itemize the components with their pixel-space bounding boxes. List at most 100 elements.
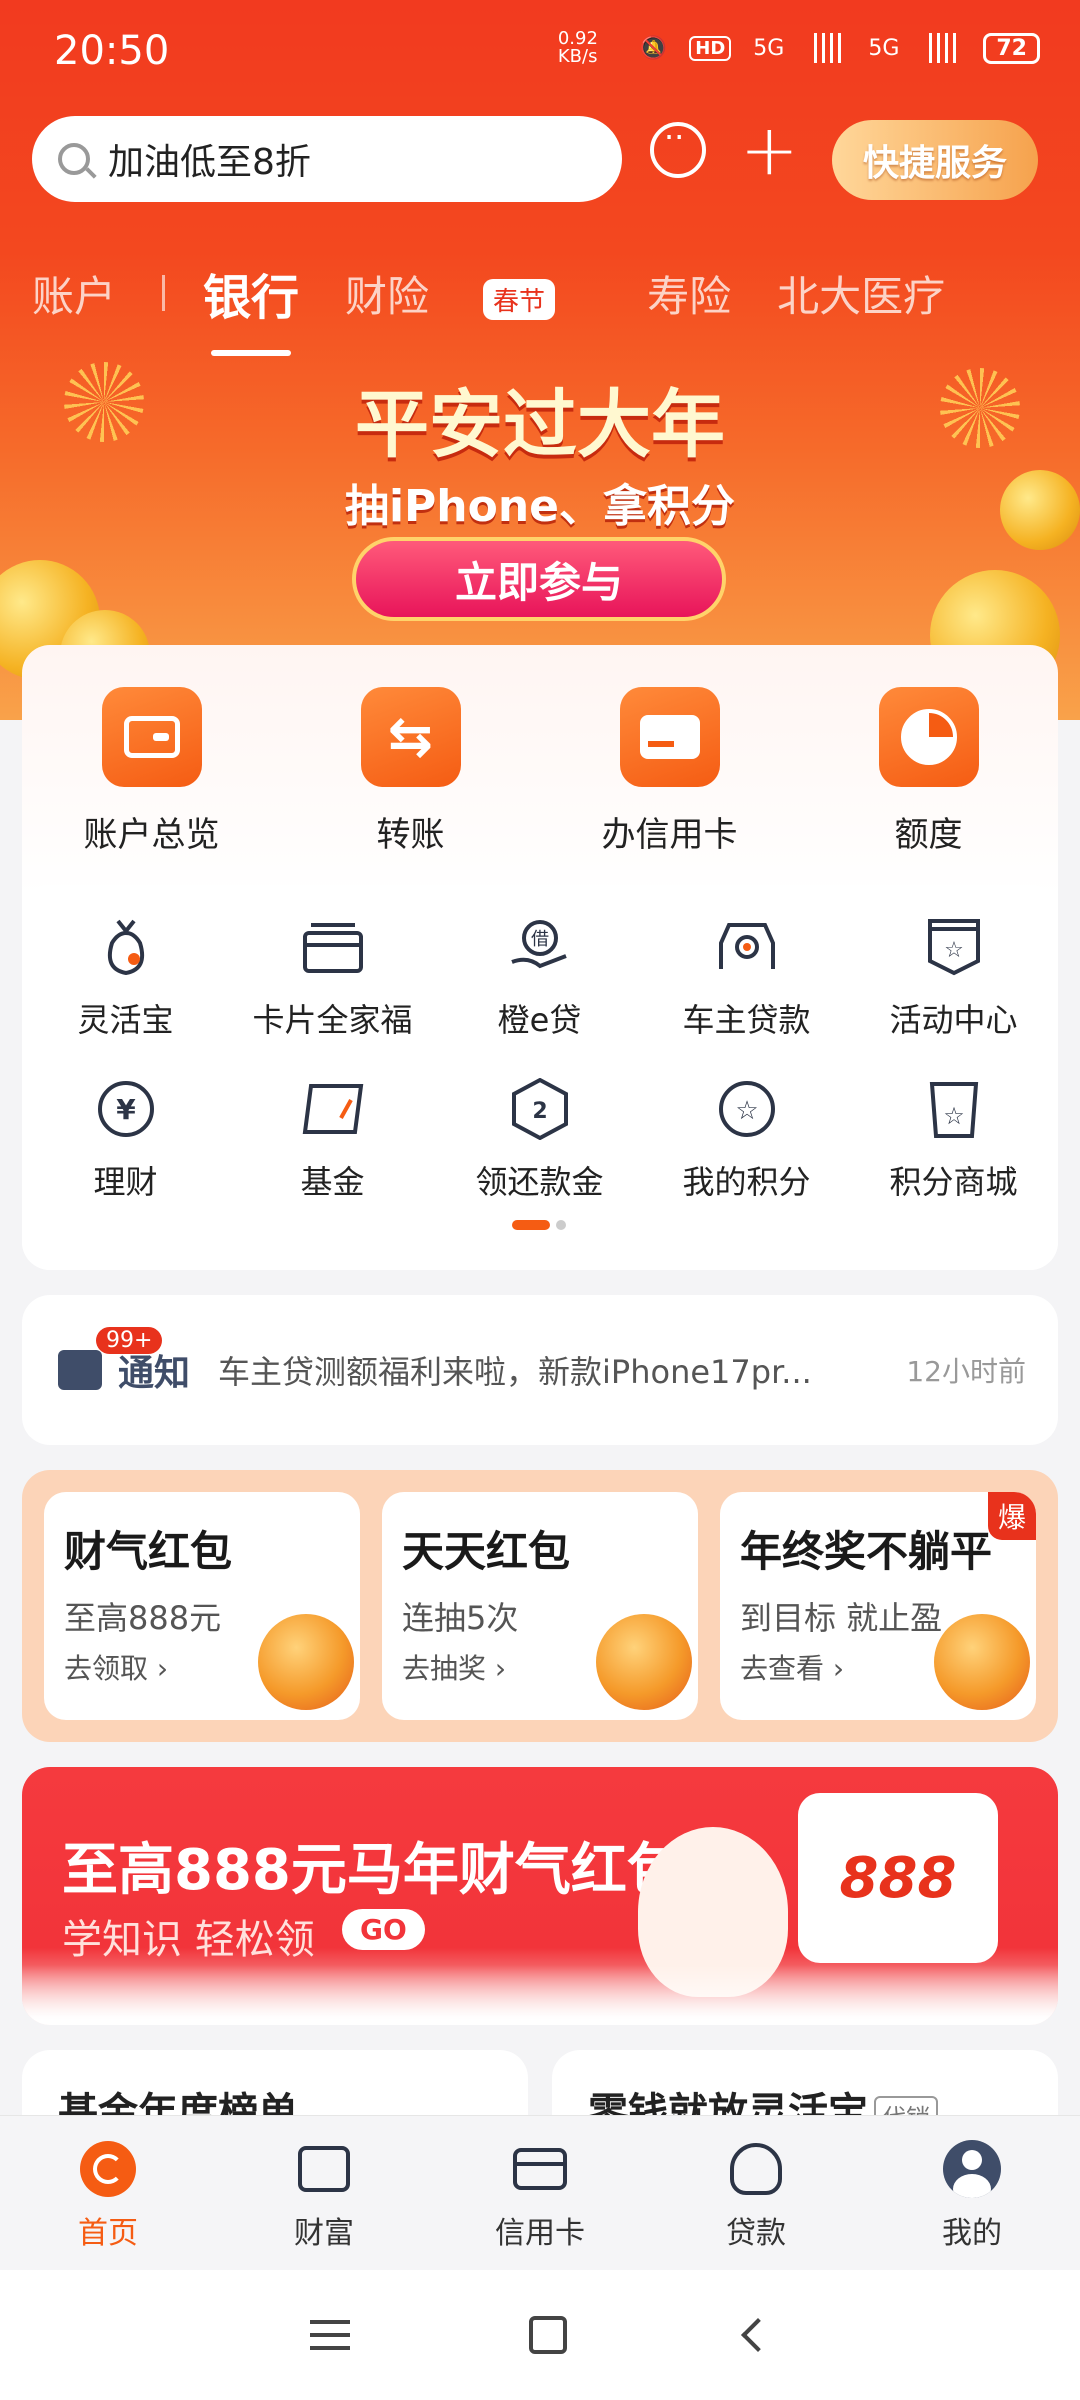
chart-icon <box>298 2146 350 2192</box>
action-transfer[interactable]: ⇆ 转账 <box>281 687 540 856</box>
nav-loan[interactable]: 贷款 <box>648 2116 864 2270</box>
search-bar[interactable]: 加油低至8折 <box>32 116 622 202</box>
hot-badge: 爆 <box>987 1492 1036 1540</box>
notification-count-badge: 99+ <box>96 1327 163 1354</box>
service-repay-gold[interactable]: 2 领还款金 <box>436 1075 643 1203</box>
yuan-icon: ¥ <box>97 1081 154 1137</box>
service-linghuobao[interactable]: 灵活宝 <box>22 913 229 1041</box>
notification-time: 12小时前 <box>906 1355 1026 1388</box>
tab-separator <box>162 275 166 311</box>
promo-subtitle: 学知识 轻松领 <box>62 1917 315 1963</box>
service-label: 理财 <box>93 1163 158 1201</box>
service-label: 领还款金 <box>475 1163 604 1201</box>
service-label: 灵活宝 <box>77 1001 174 1039</box>
action-apply-card[interactable]: 办信用卡 <box>540 687 799 856</box>
action-account-overview[interactable]: 账户总览 <box>22 687 281 856</box>
service-grid: 灵活宝 卡片全家福 借 橙e贷 车主贷款 ☆ 活动中心 ¥ 理财 基金 2 领还… <box>22 885 1058 1270</box>
bottom-navigation: 首页 财富 信用卡 贷款 我的 <box>0 2115 1080 2270</box>
tab-life-insurance[interactable]: 寿险 <box>647 263 731 324</box>
action-label: 转账 <box>376 815 445 855</box>
packet-card[interactable]: 财气红包 至高888元 去领取 › <box>44 1492 360 1720</box>
service-label: 积分商城 <box>889 1163 1018 1201</box>
spring-badge: 春节 <box>483 278 556 320</box>
banner-title: 平安过大年 <box>355 382 725 468</box>
nav-wealth[interactable]: 财富 <box>216 2116 432 2270</box>
system-navigation-bar <box>0 2270 1080 2400</box>
back-icon[interactable] <box>741 2318 776 2352</box>
search-placeholder: 加油低至8折 <box>108 142 311 183</box>
promo-go-button[interactable]: GO <box>342 1909 425 1950</box>
star-bag-icon: ☆ <box>929 1082 978 1138</box>
svg-text:借: 借 <box>531 929 549 950</box>
tab-label: 财险 <box>345 271 430 321</box>
service-activity-center[interactable]: ☆ 活动中心 <box>850 913 1057 1041</box>
service-label: 卡片全家福 <box>252 1001 413 1039</box>
nav-label: 财富 <box>294 2216 354 2251</box>
search-icon <box>58 143 90 175</box>
promo-banner[interactable]: 至高888元马年财气红包 学知识 轻松领 GO 888 <box>22 1767 1058 2025</box>
credit-card-icon <box>513 2148 567 2190</box>
cloud-decor <box>22 1965 1058 2025</box>
packet-card[interactable]: 年终奖不躺平 到目标 就止盈 去查看 › 爆 <box>720 1492 1036 1720</box>
service-points-mall[interactable]: ☆ 积分商城 <box>850 1075 1057 1203</box>
svg-text:☆: ☆ <box>943 1102 965 1130</box>
loan-icon <box>730 2143 782 2195</box>
lucky-wheel-icon <box>596 1614 692 1710</box>
join-now-button[interactable]: 立即参与 <box>352 537 726 621</box>
nav-label: 我的 <box>942 2216 1002 2251</box>
chat-icon[interactable] <box>650 118 706 178</box>
tab-account[interactable]: 账户 <box>32 263 116 324</box>
pie-icon <box>900 709 957 765</box>
transfer-icon: ⇆ <box>387 705 434 768</box>
service-label: 橙e贷 <box>497 1001 582 1039</box>
nav-label: 首页 <box>78 2216 138 2251</box>
net-label-2: 5G <box>868 35 900 61</box>
notification-bar[interactable]: 99+ 通知 车主贷测额福利来啦，新款iPhone17pr... 12小时前 <box>22 1295 1058 1445</box>
star-badge-icon: ☆ <box>927 919 980 976</box>
top-tabs: 账户 银行 财险 春节 寿险 北大医疗 <box>32 258 991 356</box>
service-fund[interactable]: 基金 <box>229 1075 436 1203</box>
card-stack-icon <box>302 923 363 973</box>
avatar-icon <box>943 2140 1001 2198</box>
signal-icon <box>806 33 847 63</box>
promo-headline: 至高888元马年财气红包 <box>62 1838 683 1903</box>
svg-text:☆: ☆ <box>944 938 964 963</box>
service-wealth[interactable]: ¥ 理财 <box>22 1075 229 1203</box>
action-label: 账户总览 <box>83 815 220 855</box>
wallet-icon <box>123 716 180 758</box>
packet-card[interactable]: 天天红包 连抽5次 去抽奖 › <box>382 1492 698 1720</box>
service-car-loan[interactable]: 车主贷款 <box>643 913 850 1041</box>
envelope-icon <box>58 1350 102 1390</box>
car-icon <box>718 923 775 969</box>
quick-service-button[interactable]: 快捷服务 <box>832 120 1038 200</box>
svg-text:☆: ☆ <box>735 1096 758 1126</box>
nav-me[interactable]: 我的 <box>864 2116 1080 2270</box>
repay-icon: 2 <box>511 1078 568 1140</box>
star-circle-icon: ☆ <box>718 1081 775 1137</box>
service-my-points[interactable]: ☆ 我的积分 <box>643 1075 850 1203</box>
home-square-icon[interactable] <box>528 2316 567 2354</box>
tab-bank[interactable]: 银行 <box>203 258 299 356</box>
tab-medical[interactable]: 北大医疗 <box>777 263 945 324</box>
nav-label: 信用卡 <box>495 2216 585 2251</box>
money-bag-icon <box>107 919 144 976</box>
service-card-family[interactable]: 卡片全家福 <box>229 913 436 1041</box>
mute-icon: 🔕 <box>639 35 668 61</box>
packet-title: 财气红包 <box>64 1527 233 1576</box>
banner-subtitle: 抽iPhone、拿积分 <box>344 481 736 532</box>
menu-icon[interactable] <box>309 2320 350 2350</box>
net-label: 5G <box>753 35 785 61</box>
action-credit-limit[interactable]: 额度 <box>799 687 1058 856</box>
plus-icon[interactable]: + <box>740 115 799 185</box>
tab-property-insurance[interactable]: 财险 春节 <box>345 263 601 324</box>
red-packet-section: 财气红包 至高888元 去领取 › 天天红包 连抽5次 去抽奖 › 年终奖不躺平… <box>22 1470 1058 1742</box>
nav-credit-card[interactable]: 信用卡 <box>432 2116 648 2270</box>
signal-icon-2 <box>921 33 962 63</box>
page-indicator <box>512 1220 566 1230</box>
service-label: 车主贷款 <box>682 1001 811 1039</box>
hero-header: 20:50 0.92 KB/s 🔕 HD 5G 5G 72 加油低至8折 + 快… <box>0 0 1080 720</box>
service-orange-loan[interactable]: 借 橙e贷 <box>436 913 643 1041</box>
service-label: 我的积分 <box>682 1163 811 1201</box>
nav-home[interactable]: 首页 <box>0 2116 216 2270</box>
money-bag-icon <box>934 1614 1030 1710</box>
